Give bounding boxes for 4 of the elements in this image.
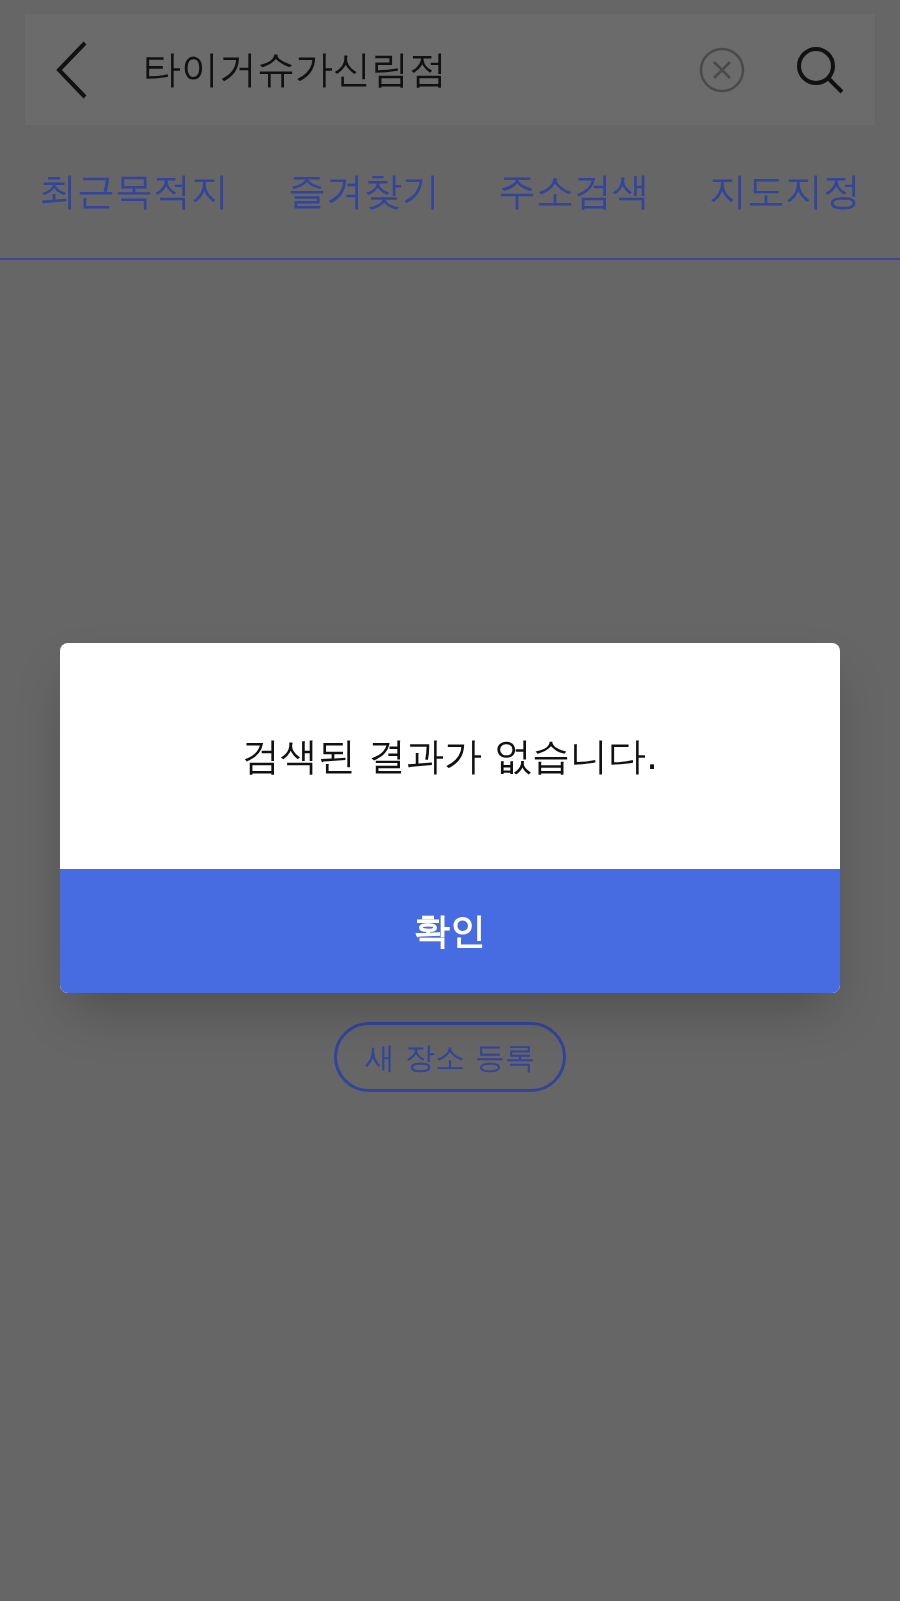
search-field[interactable]: 타이거슈가신림점 <box>143 41 699 98</box>
search-icon[interactable] <box>795 44 845 95</box>
dialog-message: 검색된 결과가 없습니다. <box>241 732 659 780</box>
confirm-button[interactable]: 확인 <box>60 869 840 993</box>
